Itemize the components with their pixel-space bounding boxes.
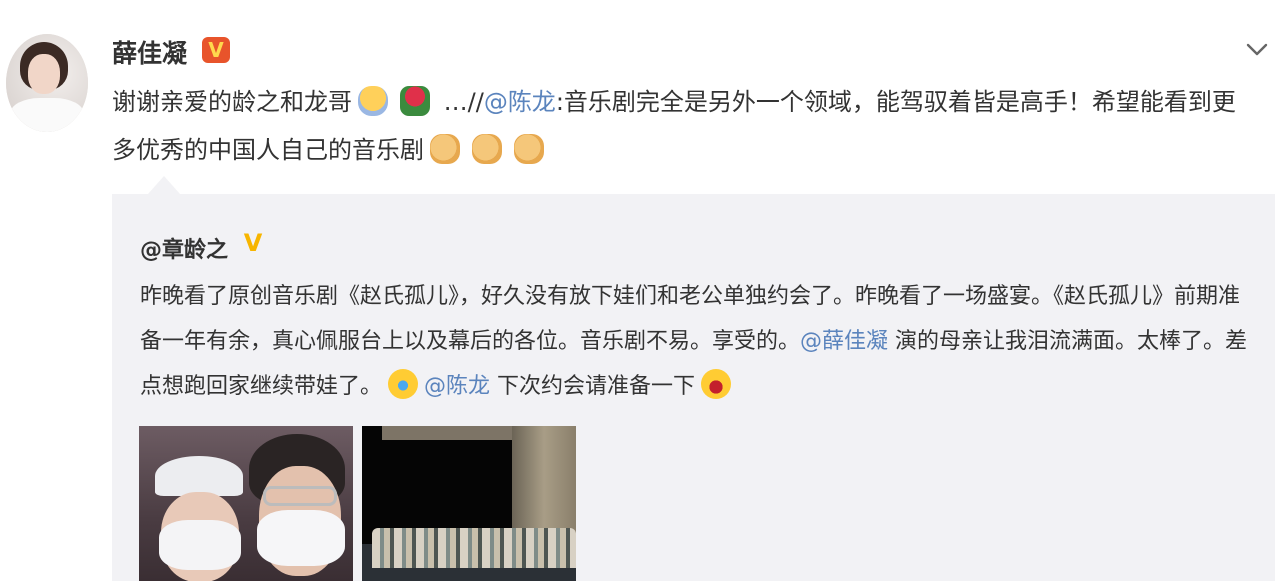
rose-emoji-icon bbox=[400, 86, 430, 116]
mention-link[interactable]: @薛佳凝 bbox=[800, 329, 888, 354]
chevron-down-icon[interactable] bbox=[1244, 36, 1270, 62]
laugh-cry-emoji-icon bbox=[388, 369, 419, 399]
repost-text: 昨晚看了原创音乐剧《赵氏孤儿》，好久没有放下娃们和老公单独约会了。昨晚看了一场盛… bbox=[140, 274, 1260, 409]
author-name[interactable]: 薛佳凝 bbox=[112, 34, 187, 70]
ellipsis-prefix: …// bbox=[436, 88, 484, 116]
verified-badge-icon: V bbox=[202, 37, 230, 63]
post-text: 谢谢亲爱的龄之和龙哥 …//@陈龙:音乐剧完全是另外一个领域，能驾驭着皆是高手！… bbox=[112, 78, 1252, 174]
avatar[interactable] bbox=[6, 34, 88, 132]
laugh-emoji-icon bbox=[701, 369, 732, 399]
thumbs-up-emoji-icon bbox=[514, 134, 544, 164]
verified-badge-icon: V bbox=[243, 229, 263, 257]
repost-pointer bbox=[148, 176, 180, 194]
post-text-part1: 谢谢亲爱的龄之和龙哥 bbox=[112, 88, 352, 116]
mention-link[interactable]: @陈龙 bbox=[484, 88, 556, 116]
stage-photo[interactable] bbox=[362, 426, 576, 581]
mention-link[interactable]: @陈龙 bbox=[424, 374, 490, 399]
repost-author-name[interactable]: @章龄之 bbox=[140, 232, 228, 264]
thumbs-up-emoji-icon bbox=[430, 134, 460, 164]
repost-text-part3: 下次约会请准备一下 bbox=[490, 374, 696, 399]
selfie-photo[interactable] bbox=[139, 426, 353, 581]
hug-emoji-icon bbox=[358, 86, 388, 116]
thumbs-up-emoji-icon bbox=[472, 134, 502, 164]
